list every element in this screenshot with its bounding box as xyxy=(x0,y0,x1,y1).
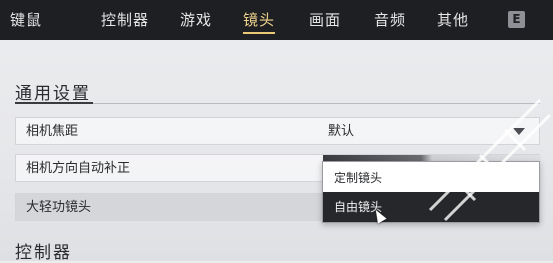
setting-label: 大轻功镜头 xyxy=(26,200,92,215)
tab-game[interactable]: 游戏 xyxy=(180,0,212,40)
controller-settings-heading: 控制器 xyxy=(15,243,72,263)
setting-row-camera-focal-length[interactable]: 相机焦距 默认 xyxy=(15,117,540,145)
tab-display[interactable]: 画面 xyxy=(309,0,341,40)
section-heading-accent xyxy=(15,102,93,104)
option-free-camera[interactable]: 自由镜头 xyxy=(323,192,539,222)
tab-other[interactable]: 其他 xyxy=(437,0,469,40)
general-settings-heading: 通用设置 xyxy=(15,84,91,104)
setting-value: 默认 xyxy=(328,124,355,139)
camera-mode-dropdown: 定制镜头 自由镜头 xyxy=(322,161,540,223)
tab-audio[interactable]: 音频 xyxy=(374,0,406,40)
active-tab-underline xyxy=(243,32,276,34)
tab-controller[interactable]: 控制器 xyxy=(101,0,149,40)
section-divider xyxy=(15,103,540,104)
tab-camera-label: 镜头 xyxy=(243,11,276,29)
setting-label: 相机方向自动补正 xyxy=(26,161,131,176)
tab-keyboard-mouse[interactable]: 键鼠 xyxy=(10,0,42,40)
top-nav-bar: 键鼠 控制器 游戏 镜头 画面 音频 其他 E xyxy=(0,0,553,40)
setting-label: 相机焦距 xyxy=(26,124,79,139)
chevron-down-icon[interactable] xyxy=(513,128,525,135)
next-tab-key-hint[interactable]: E xyxy=(508,11,525,28)
tab-camera[interactable]: 镜头 xyxy=(243,0,276,40)
option-custom-camera[interactable]: 定制镜头 xyxy=(323,163,539,193)
